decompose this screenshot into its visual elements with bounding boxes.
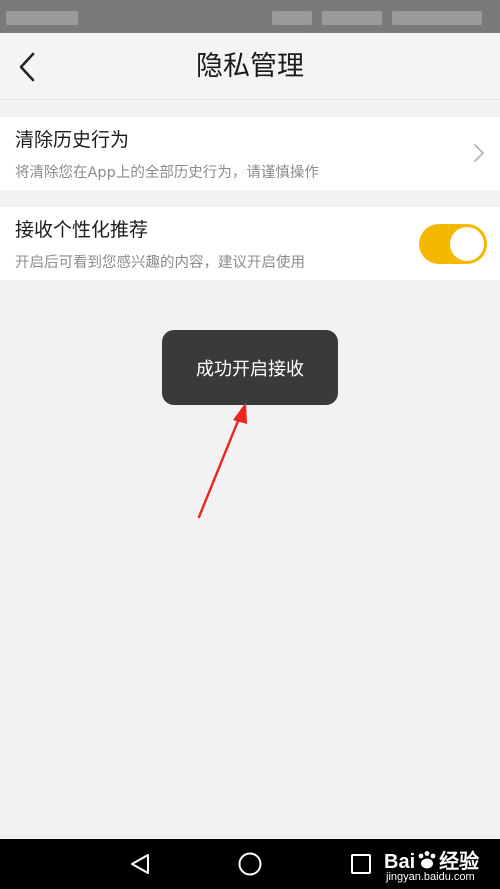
personalized-recommendation-subtitle: 开启后可看到您感兴趣的内容，建议开启使用 [15, 255, 305, 271]
recents-square-icon [351, 854, 371, 874]
clear-history-subtitle: 将清除您在App上的全部历史行为，请谨慎操作 [15, 165, 319, 181]
status-bar [0, 0, 500, 33]
personalized-recommendation-toggle[interactable] [419, 224, 487, 264]
toast-text: 成功开启接收 [196, 358, 304, 380]
personalized-recommendation-row: 接收个性化推荐 开启后可看到您感兴趣的内容，建议开启使用 [0, 207, 500, 280]
page-title: 隐私管理 [196, 51, 304, 82]
nav-home-button[interactable] [235, 849, 265, 879]
status-bar-blur [272, 11, 312, 25]
back-triangle-icon [131, 854, 149, 874]
watermark-brand: Bai [384, 851, 416, 873]
home-circle-icon [238, 852, 262, 876]
header-bar: 隐私管理 [0, 33, 500, 100]
chevron-left-icon [19, 52, 35, 82]
watermark-logo: Bai 经验 [384, 845, 479, 874]
chevron-right-icon [474, 144, 484, 162]
watermark-brand-suffix: 经验 [439, 851, 480, 873]
personalized-recommendation-title: 接收个性化推荐 [15, 219, 149, 241]
toast-message: 成功开启接收 [162, 330, 338, 405]
status-bar-blur [322, 11, 382, 25]
status-bar-blur [6, 11, 78, 25]
clear-history-title: 清除历史行为 [15, 129, 130, 151]
baidu-jingyan-watermark: Bai 经验 jingyan.baidu.com [384, 843, 500, 887]
status-bar-blur [392, 11, 482, 25]
nav-back-button[interactable] [125, 849, 155, 879]
paw-icon [418, 851, 436, 869]
nav-recents-button[interactable] [346, 849, 376, 879]
watermark-url: jingyan.baidu.com [386, 871, 475, 883]
clear-history-row[interactable]: 清除历史行为 将清除您在App上的全部历史行为，请谨慎操作 [0, 117, 500, 190]
toggle-knob [450, 227, 484, 261]
back-button[interactable] [10, 47, 44, 87]
